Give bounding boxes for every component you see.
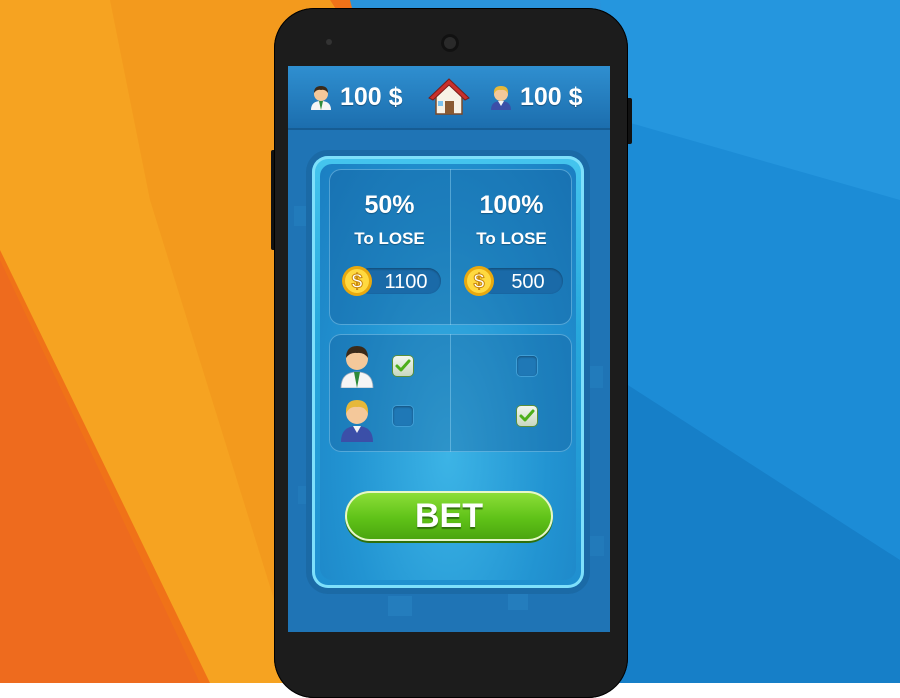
blonde-player-avatar-icon xyxy=(491,86,511,110)
phone-camera xyxy=(441,34,459,52)
house-icon[interactable] xyxy=(428,77,470,117)
player1-balance: 100 $ xyxy=(308,80,403,114)
option-percent: 50% xyxy=(364,191,415,219)
column-divider xyxy=(450,334,451,452)
phone-power-button xyxy=(628,98,632,144)
option-50-percent[interactable]: 50% To LOSE $ 1100 xyxy=(329,169,450,325)
player1-money: 100 $ xyxy=(340,82,403,111)
svg-text:$: $ xyxy=(473,271,484,293)
option-amount: $ 500 xyxy=(463,265,565,297)
businessman-avatar-icon xyxy=(340,346,374,388)
svg-text:$: $ xyxy=(351,271,362,293)
option-label: To LOSE xyxy=(354,229,425,248)
player1-option2-checkbox[interactable] xyxy=(517,356,537,376)
checkmark-icon xyxy=(395,359,411,372)
option-amount: $ 1100 xyxy=(341,265,443,297)
dollar-coin-icon: $ xyxy=(342,266,372,296)
checkmark-icon xyxy=(519,409,535,422)
player2-option2-checkbox[interactable] xyxy=(517,406,537,426)
option-100-percent[interactable]: 100% To LOSE $ 500 xyxy=(451,169,572,325)
businessman-avatar-icon xyxy=(311,86,331,110)
dollar-coin-icon: $ xyxy=(464,266,494,296)
bet-panel: 50% To LOSE $ 1100 100% To LOSE $ 500 BE… xyxy=(312,156,584,588)
player2-money: 100 $ xyxy=(520,82,583,111)
blonde-player-avatar-icon xyxy=(341,400,373,442)
player2-balance: 100 $ xyxy=(488,80,583,114)
player2-option1-checkbox[interactable] xyxy=(393,406,413,426)
bet-options-box: 50% To LOSE $ 1100 100% To LOSE $ 500 xyxy=(329,169,572,325)
bet-button[interactable]: BET xyxy=(345,491,553,541)
game-screen: 100 $ 100 $ 50% To LOSE $ 1100 100% To L… xyxy=(288,66,610,632)
top-status-bar: 100 $ 100 $ xyxy=(288,66,610,128)
option-label: To LOSE xyxy=(476,229,547,248)
amount-value: 1100 xyxy=(384,271,428,293)
option-percent: 100% xyxy=(479,191,544,219)
amount-value: 500 xyxy=(511,271,545,293)
phone-sensor xyxy=(326,39,332,45)
player1-option1-checkbox[interactable] xyxy=(393,356,413,376)
player-selection-box xyxy=(329,334,572,452)
